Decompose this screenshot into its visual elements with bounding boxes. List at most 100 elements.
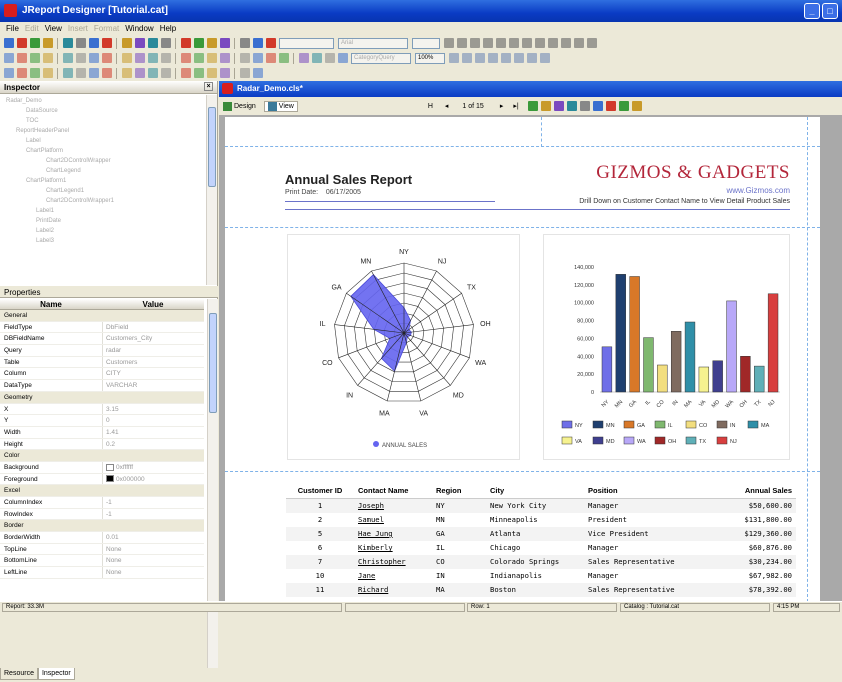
toolbar-button-icon[interactable]	[219, 53, 230, 63]
table-cell[interactable]: Richard	[354, 583, 432, 597]
align-button-icon[interactable]	[487, 53, 498, 63]
toolbar-button-icon[interactable]	[206, 38, 217, 48]
query-combo[interactable]: CategoryQuery	[351, 52, 411, 64]
toolbar-button-icon[interactable]	[62, 38, 73, 48]
toolbar-button-icon[interactable]	[3, 68, 14, 78]
tree-node[interactable]: Chart2DControlWrapper	[46, 158, 111, 164]
toolbar-button-icon[interactable]	[180, 38, 191, 48]
contact-link[interactable]: Jane	[358, 571, 375, 580]
toolbar-button-icon[interactable]	[206, 53, 217, 63]
property-row[interactable]: TopLine None	[0, 543, 204, 556]
toolbar-button-icon[interactable]	[29, 68, 40, 78]
contact-link[interactable]: Christopher	[358, 557, 406, 566]
property-value[interactable]: radar	[103, 345, 204, 356]
toolbar-button-icon[interactable]	[219, 68, 230, 78]
property-value[interactable]: 0.01	[103, 532, 204, 543]
toolbar-button-icon[interactable]	[278, 53, 289, 63]
align-button-icon[interactable]	[513, 53, 524, 63]
maximize-button[interactable]: □	[822, 3, 838, 19]
toolbar-button-icon[interactable]	[239, 68, 250, 78]
next-page-icon[interactable]: ▸	[500, 102, 504, 110]
toolbar-button-icon[interactable]	[193, 53, 204, 63]
align-button-icon[interactable]	[474, 53, 485, 63]
property-category[interactable]: Geometry	[0, 391, 204, 404]
property-category[interactable]: Color	[0, 450, 204, 462]
toolbar-button-icon[interactable]	[101, 68, 112, 78]
tree-node[interactable]: Radar_Demo	[6, 98, 42, 104]
toolbar-button-icon[interactable]	[160, 53, 171, 63]
tab-resource[interactable]: Resource	[0, 668, 38, 680]
toolbar-button-icon[interactable]	[324, 53, 335, 63]
toolbar-button-icon[interactable]	[265, 38, 276, 48]
toolbar-button-icon[interactable]	[88, 68, 99, 78]
tree-node[interactable]: ReportHeaderPanel	[16, 128, 69, 134]
menu-item[interactable]: Edit	[25, 22, 39, 35]
toolbar-button-icon[interactable]	[75, 53, 86, 63]
toolbar-button-icon[interactable]	[16, 38, 27, 48]
view-tool-icon[interactable]	[567, 101, 578, 111]
format-button-icon[interactable]	[508, 38, 519, 48]
toolbar-button-icon[interactable]	[29, 38, 40, 48]
toolbar-button-icon[interactable]	[3, 38, 14, 48]
contact-link[interactable]: Hae Jung	[358, 529, 393, 538]
contact-link[interactable]: Richard	[358, 585, 388, 594]
first-page-icon[interactable]: H	[428, 103, 433, 110]
font-size-combo[interactable]	[412, 37, 440, 49]
toolbar-button-icon[interactable]	[134, 38, 145, 48]
view-tool-icon[interactable]	[528, 101, 539, 111]
property-value[interactable]: 0x000000	[103, 474, 204, 485]
property-row[interactable]: Query radar	[0, 345, 204, 357]
toolbar-button-icon[interactable]	[252, 68, 263, 78]
font-combo[interactable]	[279, 37, 334, 49]
format-button-icon[interactable]	[560, 38, 571, 48]
property-category[interactable]: General	[0, 310, 204, 322]
toolbar-button-icon[interactable]	[16, 68, 27, 78]
property-row[interactable]: Height 0.2	[0, 438, 204, 451]
property-value[interactable]: 0.2	[103, 439, 204, 450]
property-row[interactable]: FieldType DbField	[0, 321, 204, 334]
property-value[interactable]: Customers	[103, 357, 204, 368]
menu-item[interactable]: Window	[125, 22, 153, 35]
tree-node[interactable]: Label3	[36, 238, 54, 244]
toolbar-button-icon[interactable]	[180, 53, 191, 63]
table-cell[interactable]: Joseph	[354, 499, 432, 513]
font-name-combo[interactable]: Arial	[338, 37, 408, 49]
toolbar-button-icon[interactable]	[75, 68, 86, 78]
toolbar-button-icon[interactable]	[42, 38, 53, 48]
format-button-icon[interactable]	[482, 38, 493, 48]
toolbar-button-icon[interactable]	[42, 68, 53, 78]
minimize-button[interactable]: _	[804, 3, 820, 19]
toolbar-button-icon[interactable]	[147, 38, 158, 48]
tree-node[interactable]: TOC	[26, 118, 39, 124]
properties-scrollbar[interactable]	[207, 299, 218, 669]
view-tool-icon[interactable]	[632, 101, 643, 111]
toolbar-button-icon[interactable]	[121, 53, 132, 63]
format-button-icon[interactable]	[443, 38, 454, 48]
tree-scrollbar[interactable]	[206, 95, 217, 285]
property-row[interactable]: Foreground 0x000000	[0, 473, 204, 486]
design-button[interactable]: Design	[223, 101, 256, 111]
property-row[interactable]: X 3.15	[0, 403, 204, 416]
toolbar-button-icon[interactable]	[265, 53, 276, 63]
company-url[interactable]: www.Gizmos.com	[726, 186, 790, 195]
format-button-icon[interactable]	[573, 38, 584, 48]
toolbar-button-icon[interactable]	[252, 38, 263, 48]
property-value[interactable]: 0	[103, 415, 204, 426]
toolbar-button-icon[interactable]	[16, 53, 27, 63]
tree-node[interactable]: ChartPlatform1	[26, 178, 66, 184]
property-row[interactable]: RowIndex -1	[0, 508, 204, 521]
toolbar-button-icon[interactable]	[29, 53, 40, 63]
property-row[interactable]: Width 1.41	[0, 426, 204, 439]
property-row[interactable]: BorderWidth 0.01	[0, 532, 204, 544]
toolbar-button-icon[interactable]	[121, 68, 132, 78]
toolbar-button-icon[interactable]	[219, 38, 230, 48]
tree-node[interactable]: Label	[26, 138, 41, 144]
property-row[interactable]: ColumnIndex -1	[0, 497, 204, 509]
inspector-tree[interactable]: Radar_Demo DataSource TOC ReportHeaderPanel…	[0, 95, 206, 285]
menu-item[interactable]: Insert	[68, 22, 88, 35]
toolbar-button-icon[interactable]	[134, 68, 145, 78]
toolbar-button-icon[interactable]	[337, 53, 348, 63]
view-tool-icon[interactable]	[593, 101, 604, 111]
toolbar-button-icon[interactable]	[75, 38, 86, 48]
toolbar-button-icon[interactable]	[62, 53, 73, 63]
